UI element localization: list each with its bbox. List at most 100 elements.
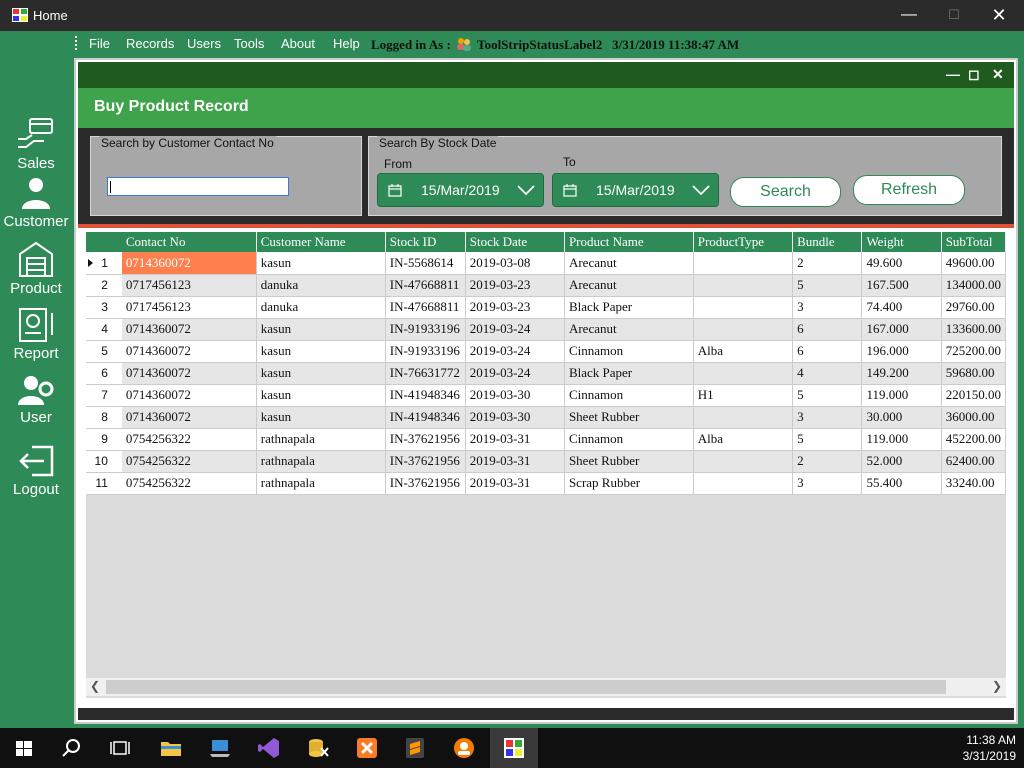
column-header[interactable]: Product Name <box>564 232 694 252</box>
table-cell[interactable]: danuka <box>256 274 386 297</box>
table-cell[interactable]: 0717456123 <box>121 296 257 319</box>
table-cell[interactable]: 167.500 <box>861 274 942 297</box>
table-cell[interactable]: 52.000 <box>861 450 942 473</box>
table-row[interactable]: 8 0714360072 kasun IN-41948346 2019-03-30 She… <box>86 406 1006 429</box>
table-cell[interactable]: 5 <box>792 274 863 297</box>
table-cell[interactable] <box>693 296 794 319</box>
table-cell[interactable]: 0714360072 <box>121 318 257 341</box>
taskbar-database-tool[interactable] <box>294 728 342 768</box>
table-cell[interactable]: 49600.00 <box>941 252 1006 275</box>
table-cell[interactable]: rathnapala <box>256 472 386 495</box>
column-header[interactable]: ProductType <box>693 232 794 252</box>
column-header[interactable]: SubTotal <box>941 232 1006 252</box>
table-cell[interactable]: IN-41948346 <box>385 384 466 407</box>
table-row[interactable]: 2 0717456123 danuka IN-47668811 2019-03-23 Ar… <box>86 274 1006 297</box>
table-cell[interactable]: kasun <box>256 252 386 275</box>
contact-search-input[interactable] <box>107 177 289 196</box>
table-cell[interactable]: 4 <box>792 362 863 385</box>
table-cell[interactable]: Scrap Rubber <box>564 472 694 495</box>
table-cell[interactable]: 2019-03-31 <box>465 472 565 495</box>
minimize-button[interactable]: — <box>886 0 932 31</box>
refresh-button[interactable]: Refresh <box>853 175 965 205</box>
scroll-left-icon[interactable]: ❮ <box>90 679 100 693</box>
table-cell[interactable]: 149.200 <box>861 362 942 385</box>
scrollbar-thumb[interactable] <box>106 680 946 694</box>
table-cell[interactable]: 74.400 <box>861 296 942 319</box>
table-cell[interactable]: IN-5568614 <box>385 252 466 275</box>
taskbar-explorer[interactable] <box>147 728 195 768</box>
table-cell[interactable]: Arecanut <box>564 274 694 297</box>
table-cell[interactable]: rathnapala <box>256 428 386 451</box>
row-header[interactable]: 4 <box>86 318 122 341</box>
table-cell[interactable]: 3 <box>792 296 863 319</box>
table-cell[interactable]: kasun <box>256 340 386 363</box>
column-header[interactable]: Bundle <box>792 232 863 252</box>
table-cell[interactable]: kasun <box>256 406 386 429</box>
table-row[interactable]: 10 0754256322 rathnapala IN-37621956 2019-03… <box>86 450 1006 473</box>
sidebar-item-product[interactable]: Product <box>0 240 72 297</box>
menu-records[interactable]: Records <box>126 36 174 51</box>
horizontal-scrollbar[interactable]: ❮ ❯ <box>86 678 1006 696</box>
table-row[interactable]: 9 0754256322 rathnapala IN-37621956 2019-03-… <box>86 428 1006 451</box>
taskbar-visual-studio[interactable] <box>245 728 293 768</box>
child-minimize-button[interactable]: — <box>946 66 960 82</box>
table-cell[interactable]: 36000.00 <box>941 406 1006 429</box>
sidebar-item-report[interactable]: Report <box>0 307 72 362</box>
table-cell[interactable]: 220150.00 <box>941 384 1006 407</box>
table-row[interactable]: 1 0714360072 kasun IN-5568614 2019-03-08 Arec… <box>86 252 1006 275</box>
table-cell[interactable]: 0754256322 <box>121 472 257 495</box>
table-cell[interactable]: 2019-03-23 <box>465 296 565 319</box>
row-header[interactable]: 5 <box>86 340 122 363</box>
table-cell[interactable]: 2019-03-23 <box>465 274 565 297</box>
table-cell[interactable]: 5 <box>792 428 863 451</box>
table-cell[interactable]: 452200.00 <box>941 428 1006 451</box>
table-cell[interactable]: 0754256322 <box>121 450 257 473</box>
table-cell[interactable] <box>693 274 794 297</box>
table-cell[interactable]: Cinnamon <box>564 384 694 407</box>
row-header[interactable]: 7 <box>86 384 122 407</box>
column-header[interactable]: Contact No <box>121 232 257 252</box>
table-cell[interactable]: Arecanut <box>564 318 694 341</box>
table-cell[interactable]: 0714360072 <box>121 362 257 385</box>
column-header[interactable]: Weight <box>861 232 942 252</box>
table-cell[interactable]: Black Paper <box>564 362 694 385</box>
row-header[interactable]: 10 <box>86 450 122 473</box>
table-cell[interactable] <box>693 472 794 495</box>
taskbar-xampp[interactable] <box>343 728 391 768</box>
menu-help[interactable]: Help <box>333 36 360 51</box>
table-cell[interactable]: 3 <box>792 472 863 495</box>
taskbar-current-app[interactable] <box>490 728 538 768</box>
table-cell[interactable]: kasun <box>256 362 386 385</box>
taskbar-search-button[interactable] <box>48 728 96 768</box>
table-cell[interactable] <box>693 450 794 473</box>
table-cell[interactable]: 119.000 <box>861 384 942 407</box>
table-cell[interactable]: 2019-03-24 <box>465 318 565 341</box>
from-date-picker[interactable]: 15/Mar/2019 <box>377 173 544 207</box>
menu-file[interactable]: File <box>89 36 110 51</box>
table-cell[interactable]: 30.000 <box>861 406 942 429</box>
table-cell[interactable]: 2019-03-24 <box>465 340 565 363</box>
table-row[interactable]: 6 0714360072 kasun IN-76631772 2019-03-24 Bla… <box>86 362 1006 385</box>
taskbar-app-2[interactable] <box>196 728 244 768</box>
table-cell[interactable] <box>693 318 794 341</box>
table-cell[interactable]: 2 <box>792 252 863 275</box>
table-cell[interactable]: danuka <box>256 296 386 319</box>
table-cell[interactable]: 133600.00 <box>941 318 1006 341</box>
table-cell[interactable]: IN-37621956 <box>385 450 466 473</box>
table-cell[interactable]: 2019-03-31 <box>465 428 565 451</box>
row-header[interactable]: 11 <box>86 472 122 495</box>
table-row[interactable]: 5 0714360072 kasun IN-91933196 2019-03-24 Cin… <box>86 340 1006 363</box>
table-cell[interactable] <box>693 406 794 429</box>
table-cell[interactable]: 2019-03-30 <box>465 384 565 407</box>
table-cell[interactable]: 2019-03-30 <box>465 406 565 429</box>
menu-tools[interactable]: Tools <box>234 36 264 51</box>
row-header[interactable]: 8 <box>86 406 122 429</box>
table-cell[interactable]: 134000.00 <box>941 274 1006 297</box>
table-cell[interactable]: 62400.00 <box>941 450 1006 473</box>
table-cell[interactable]: 0714360072 <box>121 384 257 407</box>
table-cell[interactable]: 5 <box>792 384 863 407</box>
row-header[interactable]: 1 <box>86 252 122 275</box>
row-header[interactable]: 2 <box>86 274 122 297</box>
table-cell[interactable]: 2019-03-24 <box>465 362 565 385</box>
table-cell[interactable] <box>693 252 794 275</box>
